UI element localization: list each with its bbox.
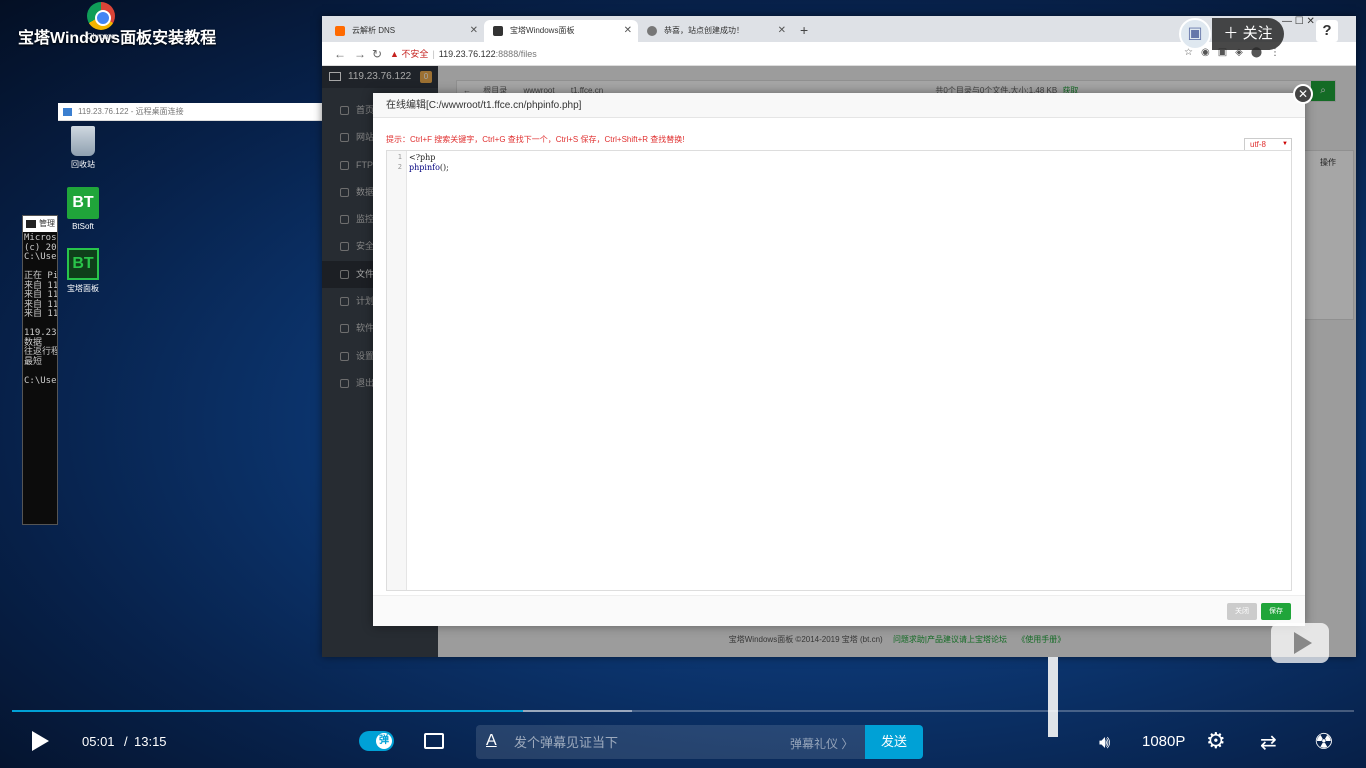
code-tail: (); <box>439 162 449 172</box>
danmaku-etiquette-link[interactable]: 弹幕礼仪 〉 <box>790 735 853 752</box>
url-path: :8888/files <box>495 49 537 59</box>
line-number: 2 <box>397 162 402 171</box>
bt-favicon-icon <box>493 26 503 36</box>
gear-icon[interactable]: ⚙ <box>1206 730 1226 752</box>
rdp-app-icon <box>63 108 72 116</box>
url-bar[interactable]: ▲ 不安全 | 119.23.76.122:8888/files <box>390 44 1040 64</box>
editor-footer: 关闭 保存 <box>373 595 1305 626</box>
editor-title: 在线编辑[C:/wwwroot/t1.ffce.cn/phpinfo.php] <box>373 93 1305 118</box>
chrome-logo-icon <box>87 2 115 30</box>
follow-label: 关注 <box>1242 25 1273 42</box>
font-style-icon[interactable]: A <box>486 732 497 750</box>
code-content[interactable]: <?php phpinfo(); <box>409 153 449 172</box>
aliyun-favicon-icon <box>335 26 345 36</box>
window-controls[interactable]: — ☐ ✕ <box>1282 16 1315 27</box>
quality-button[interactable]: 1080P <box>1142 733 1185 750</box>
close-tab-icon[interactable]: ✕ <box>778 20 786 42</box>
new-tab-button[interactable]: + <box>800 22 808 38</box>
cmd-output: Microso (c) 201 C:\User 正在 Pi 来自 11 来自 1… <box>23 232 57 386</box>
help-icon[interactable]: ? <box>1316 20 1338 42</box>
recycle-bin-desktop-icon[interactable]: 回收站 <box>60 126 106 170</box>
danmaku-input-group: A 弹幕礼仪 〉 <box>476 725 865 759</box>
code-function: phpinfo <box>409 162 440 172</box>
danmaku-settings-icon[interactable] <box>424 733 444 749</box>
progress-bar[interactable] <box>12 710 1354 712</box>
uploader-avatar[interactable]: ▣ <box>1179 18 1211 50</box>
loop-off-icon[interactable]: ⇄ <box>1260 730 1277 755</box>
online-editor-modal: 在线编辑[C:/wwwroot/t1.ffce.cn/phpinfo.php] … <box>373 84 1313 626</box>
save-button[interactable]: 保存 <box>1261 603 1291 620</box>
danmaku-input[interactable] <box>514 733 774 751</box>
time-separator: / <box>124 734 128 749</box>
send-button[interactable]: 发送 <box>865 725 923 759</box>
big-play-icon[interactable] <box>1271 623 1329 663</box>
forward-arrow-icon[interactable]: → <box>354 47 366 61</box>
insecure-label: 不安全 <box>401 49 429 59</box>
cmd-line: C:\User <box>24 375 57 386</box>
url-host: 119.23.76.122 <box>438 49 496 59</box>
back-arrow-icon[interactable]: ← <box>334 47 346 61</box>
chrome-icon-label: Chrome <box>86 32 116 41</box>
tab-bt-panel[interactable]: 宝塔Windows面板 ✕ <box>484 20 638 42</box>
chrome-desktop-icon[interactable]: Chrome <box>84 2 118 41</box>
rdp-title: 119.23.76.122 - 远程桌面连接 <box>78 107 184 116</box>
danmaku-toggle-label: 弹 <box>376 733 392 749</box>
progress-played <box>12 710 524 712</box>
recycle-bin-label: 回收站 <box>71 160 95 169</box>
code-line: phpinfo(); <box>409 163 449 173</box>
time-current: 05:01 <box>82 734 115 749</box>
recycle-bin-icon <box>71 126 95 156</box>
player-controls: 05:01 / 13:15 弹 A 弹幕礼仪 〉 发送 🔊︎ 1080P ⚙ ⇄… <box>0 718 1366 768</box>
tab-label: 云解析 DNS <box>352 26 396 35</box>
radiation-icon[interactable]: ☢ <box>1314 729 1334 755</box>
close-tab-icon[interactable]: ✕ <box>624 20 632 42</box>
cmd-titlebar: 管理 <box>23 216 57 232</box>
btpanel-desktop-icon[interactable]: BT 宝塔面板 <box>60 248 106 294</box>
cmd-window[interactable]: 管理 Microso (c) 201 C:\User 正在 Pi 来自 11 来… <box>22 215 58 525</box>
tab-label: 恭喜，站点创建成功！ <box>664 26 744 35</box>
btsoft-label: BtSoft <box>72 222 94 231</box>
globe-favicon-icon <box>647 26 657 36</box>
tab-label: 宝塔Windows面板 <box>510 26 575 35</box>
rdp-titlebar[interactable]: 119.23.76.122 - 远程桌面连接 <box>58 103 322 121</box>
close-tab-icon[interactable]: ✕ <box>470 20 478 42</box>
encoding-value: utf-8 <box>1250 140 1267 149</box>
bilibili-tv-icon: ▣ <box>1187 25 1203 42</box>
insecure-warning-icon: ▲ <box>390 49 402 59</box>
code-editor[interactable]: 1 2 <?php phpinfo(); <box>386 150 1292 591</box>
tab-site-created[interactable]: 恭喜，站点创建成功！ ✕ <box>638 20 792 42</box>
follow-button[interactable]: ＋ 关注 <box>1212 18 1284 50</box>
btpanel-logo-icon: BT <box>67 248 99 280</box>
btpanel-label: 宝塔面板 <box>67 284 99 293</box>
url-separator: | <box>432 49 435 59</box>
close-button[interactable]: 关闭 <box>1227 603 1257 620</box>
close-icon[interactable]: ✕ <box>1293 84 1313 104</box>
plus-icon: ＋ <box>1223 25 1243 42</box>
code-line: <?php <box>409 153 436 162</box>
reload-icon[interactable]: ↻ <box>372 47 382 61</box>
tab-cloud-dns[interactable]: 云解析 DNS ✕ <box>326 20 484 42</box>
danmaku-toggle[interactable]: 弹 <box>359 731 394 751</box>
btsoft-desktop-icon[interactable]: BT BtSoft <box>60 187 106 231</box>
line-number-gutter: 1 2 <box>387 151 407 590</box>
chevron-down-icon: ▼ <box>1282 141 1288 147</box>
volume-icon[interactable]: 🔊︎ <box>1099 732 1110 753</box>
time-total: 13:15 <box>134 734 167 749</box>
line-number: 1 <box>397 153 402 161</box>
editor-shortcut-hint: 提示：Ctrl+F 搜索关键字，Ctrl+G 查找下一个，Ctrl+S 保存，C… <box>386 135 685 144</box>
btsoft-logo-icon: BT <box>67 187 99 219</box>
